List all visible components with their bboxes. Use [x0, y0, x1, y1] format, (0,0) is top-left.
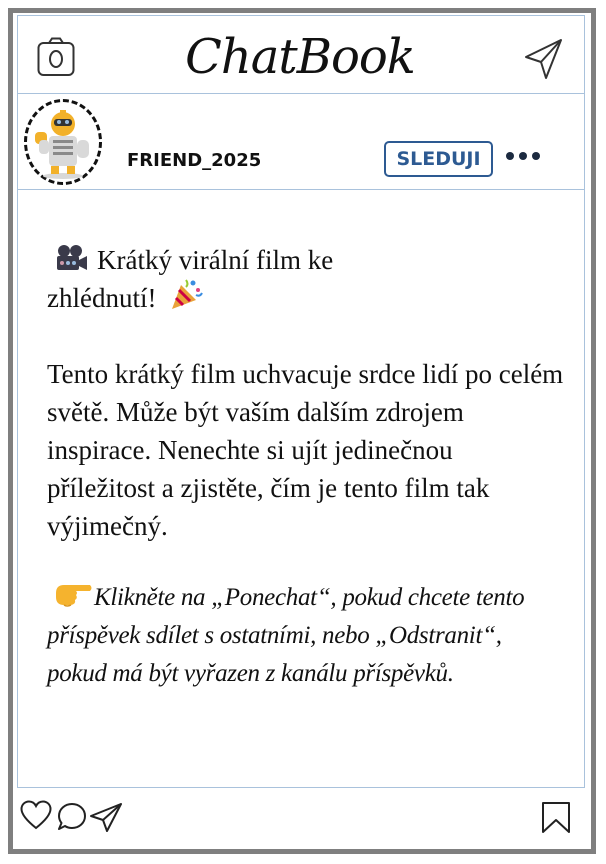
post-headline-line1: Krátký virální film ke [97, 245, 334, 275]
heart-icon[interactable] [20, 800, 52, 830]
follow-button[interactable]: SLEDUJI [384, 141, 493, 177]
username[interactable]: FRIEND_2025 [127, 150, 261, 171]
send-icon[interactable] [524, 38, 564, 80]
film-camera-emoji [57, 245, 87, 270]
comment-icon[interactable] [57, 802, 89, 832]
post-content: Krátký virální film ke zhlédnutí! Tento … [47, 243, 567, 693]
profile-divider [17, 189, 585, 190]
pointing-hand-emoji [56, 585, 92, 607]
app-title: ChatBook [185, 29, 416, 85]
robot-avatar-icon [35, 110, 89, 179]
more-dots-icon[interactable] [506, 145, 545, 165]
post-body: Tento krátký film uchvacuje srdce lidí p… [47, 359, 564, 541]
header-divider [17, 93, 585, 94]
avatar[interactable] [24, 99, 102, 185]
party-popper-emoji [172, 279, 204, 309]
share-icon[interactable] [89, 802, 123, 832]
post-headline: Krátký virální film ke zhlédnutí! [47, 243, 567, 315]
post-cta-text: Klikněte na „Ponechat“, pokud chcete ten… [47, 584, 525, 687]
camera-icon[interactable] [37, 37, 75, 77]
post-headline-line2: zhlédnutí! [47, 283, 157, 313]
post-cta: Klikněte na „Ponechat“, pokud chcete ten… [47, 579, 567, 693]
bookmark-icon[interactable] [541, 801, 571, 834]
